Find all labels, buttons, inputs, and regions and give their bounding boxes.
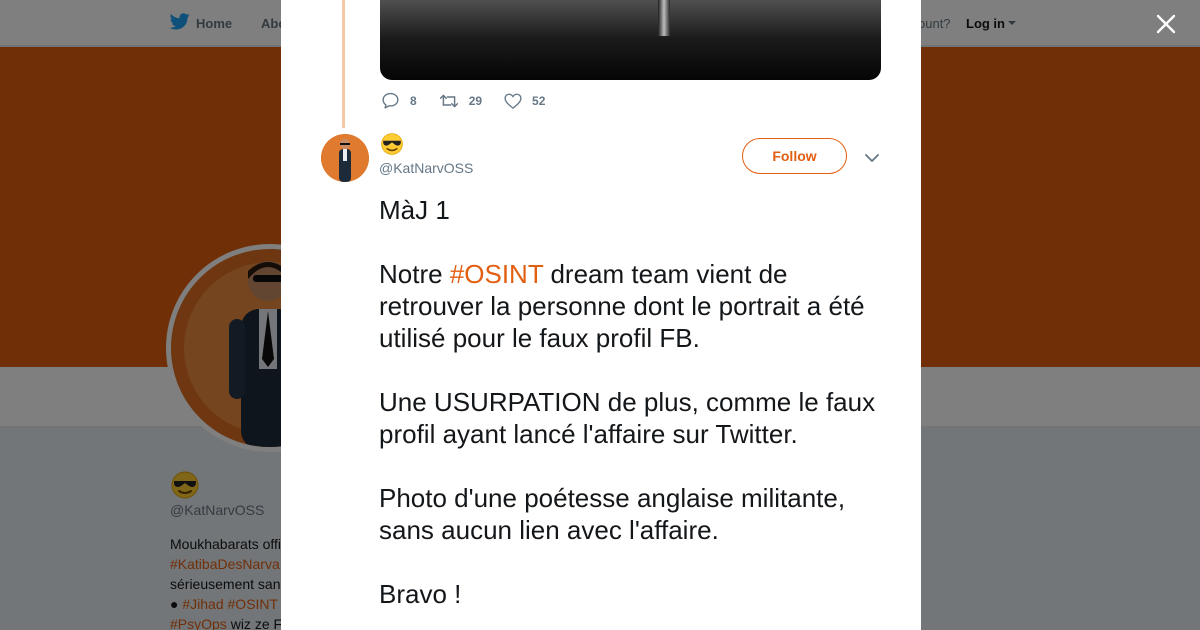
text-segment: MàJ 1 xyxy=(379,195,450,225)
tweet-paragraph: Bravo ! xyxy=(379,578,889,610)
tweet-author-avatar[interactable] xyxy=(321,134,369,182)
tweet-thread-modal: 8 29 52 @KatNarvOSS Follow MàJ 1 Notre #… xyxy=(281,0,921,630)
like-count: 52 xyxy=(532,93,546,108)
text-segment: Photo d'une poétesse anglaise militante,… xyxy=(379,483,846,545)
retweet-count: 29 xyxy=(468,93,483,108)
reply-icon xyxy=(381,92,400,109)
tweet-author-handle[interactable]: @KatNarvOSS xyxy=(379,160,473,176)
heart-icon xyxy=(504,93,522,109)
hashtag-link[interactable]: #OSINT xyxy=(450,259,543,289)
tweet-media-image[interactable] xyxy=(380,0,881,80)
tweet-actions: 8 29 52 xyxy=(381,92,545,109)
like-button[interactable]: 52 xyxy=(504,93,545,109)
reply-count: 8 xyxy=(410,93,417,108)
tweet-paragraph: Une USURPATION de plus, comme le faux pr… xyxy=(379,386,889,450)
tweet-text: MàJ 1 Notre #OSINT dream team vient de re… xyxy=(379,194,889,630)
retweet-button[interactable]: 29 xyxy=(439,93,482,109)
chevron-down-icon[interactable] xyxy=(864,150,880,166)
reply-button[interactable]: 8 xyxy=(381,92,417,109)
tweet-paragraph: Notre #OSINT dream team vient de retrouv… xyxy=(379,258,889,354)
text-segment: Une USURPATION de plus, comme le faux pr… xyxy=(379,387,876,449)
follow-button[interactable]: Follow xyxy=(742,138,847,174)
sunglasses-emoji-icon xyxy=(380,132,404,156)
text-segment: Notre xyxy=(379,259,450,289)
thread-connector-line xyxy=(342,0,345,128)
tweet-paragraph: Photo d'une poétesse anglaise militante,… xyxy=(379,482,889,546)
tweet-paragraph: MàJ 1 xyxy=(379,194,889,226)
retweet-icon xyxy=(439,93,459,109)
text-segment: Bravo ! xyxy=(379,579,462,609)
close-icon[interactable] xyxy=(1154,12,1178,36)
